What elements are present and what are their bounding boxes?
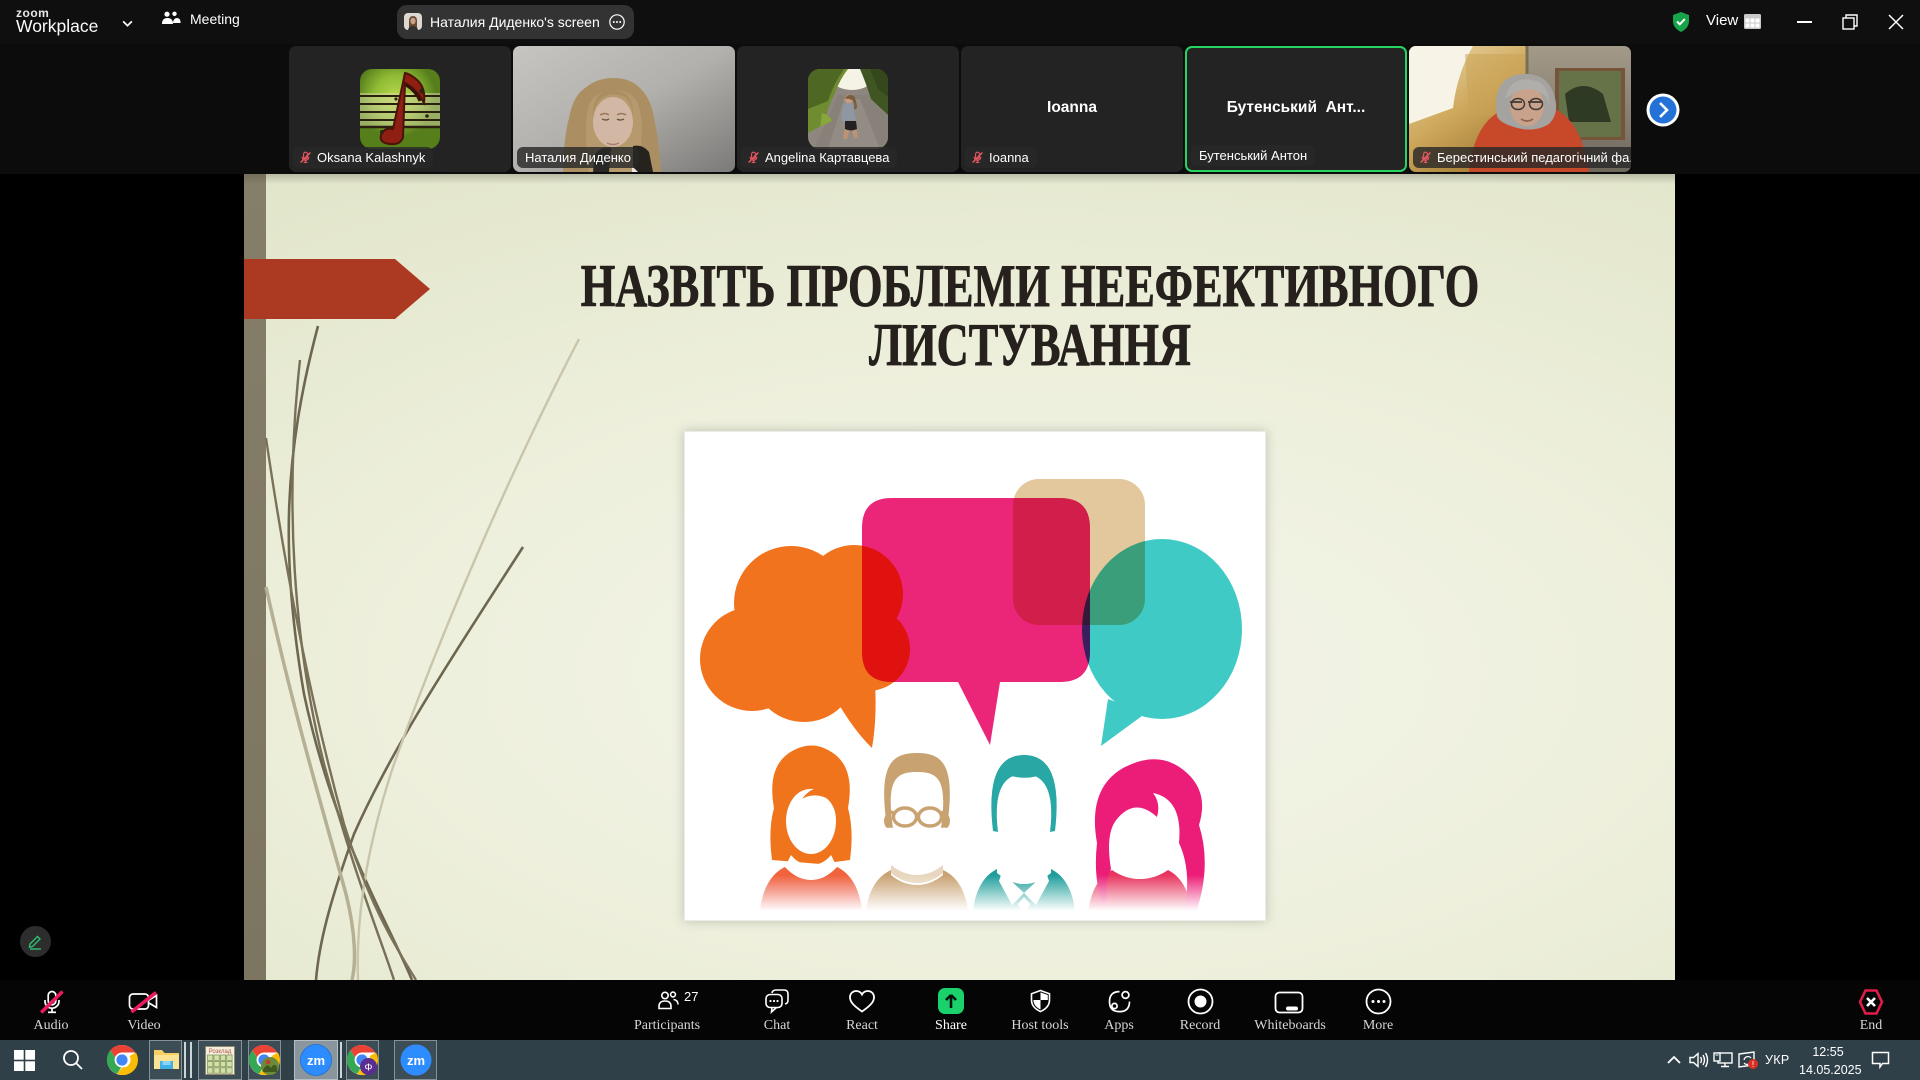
svg-text:zm: zm [407,1053,425,1068]
svg-text:!: ! [1752,1060,1754,1069]
svg-text:zm: zm [307,1053,325,1068]
svg-text:Φ: Φ [365,1063,373,1074]
svg-text:Розклад: Розклад [209,1049,232,1055]
